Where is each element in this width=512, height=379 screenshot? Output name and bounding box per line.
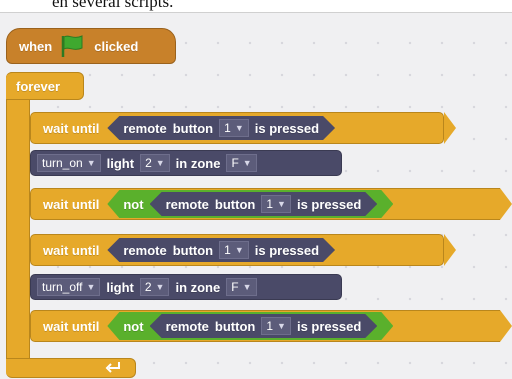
when-flag-clicked-block[interactable]: when clicked	[6, 28, 176, 64]
button-label: button	[214, 318, 256, 334]
caption-text: en several scripts.	[52, 0, 174, 11]
wait-until-block[interactable]: wait until remote button 1 ▼ is pressed	[30, 112, 444, 144]
action-value: turn_on	[42, 156, 83, 170]
button-label: button	[214, 196, 256, 212]
light-control-block[interactable]: turn_on ▼ light 2 ▼ in zone F ▼	[30, 150, 342, 176]
remote-button-pressed-reporter[interactable]: remote button 1 ▼ is pressed	[107, 116, 335, 140]
button-number-dropdown[interactable]: 1 ▼	[219, 241, 249, 259]
light-number-dropdown[interactable]: 2 ▼	[140, 154, 170, 172]
action-value: turn_off	[42, 280, 83, 294]
zone-value: F	[231, 280, 239, 294]
button-number-dropdown[interactable]: 1 ▼	[219, 119, 249, 137]
in-zone-label: in zone	[175, 155, 221, 171]
zone-value: F	[231, 156, 239, 170]
not-label: not	[123, 196, 144, 212]
dropdown-arrow-icon: ▼	[155, 158, 165, 168]
light-number-dropdown[interactable]: 2 ▼	[139, 278, 170, 296]
light-control-block[interactable]: turn_off ▼ light 2 ▼ in zone F ▼	[30, 274, 342, 300]
action-dropdown[interactable]: turn_on ▼	[37, 154, 101, 172]
light-label: light	[106, 155, 135, 171]
zone-dropdown[interactable]: F ▼	[226, 278, 257, 296]
not-operator[interactable]: not remote button 1 ▼ is pressed	[107, 312, 393, 340]
light-label: light	[106, 279, 134, 295]
action-dropdown[interactable]: turn_off ▼	[37, 278, 101, 296]
light-number-value: 2	[144, 280, 152, 294]
button-label: button	[172, 120, 214, 136]
dropdown-arrow-icon: ▼	[242, 158, 252, 168]
when-label: when	[19, 38, 53, 54]
dropdown-arrow-icon: ▼	[86, 158, 96, 168]
remote-button-pressed-reporter[interactable]: remote button 1 ▼ is pressed	[107, 238, 335, 262]
wait-until-block[interactable]: wait until not remote button 1 ▼ is pres…	[30, 188, 500, 220]
loop-arrow-icon	[105, 360, 121, 376]
in-zone-label: in zone	[175, 279, 221, 295]
not-label: not	[123, 318, 144, 334]
forever-block-footer[interactable]	[6, 358, 136, 378]
dropdown-arrow-icon: ▼	[155, 282, 165, 292]
wait-until-label: wait until	[43, 120, 100, 136]
dropdown-arrow-icon: ▼	[277, 321, 286, 331]
button-number-value: 1	[266, 319, 274, 333]
remote-label: remote	[123, 120, 167, 136]
dropdown-arrow-icon: ▼	[277, 199, 286, 209]
button-number-dropdown[interactable]: 1 ▼	[261, 317, 291, 335]
not-operator[interactable]: not remote button 1 ▼ is pressed	[107, 190, 393, 218]
remote-button-pressed-reporter[interactable]: remote button 1 ▼ is pressed	[150, 314, 378, 338]
forever-block-arm[interactable]	[6, 72, 30, 372]
remote-label: remote	[165, 196, 209, 212]
light-number-value: 2	[145, 156, 152, 170]
button-number-value: 1	[266, 197, 274, 211]
remote-label: remote	[123, 242, 167, 258]
zone-dropdown[interactable]: F ▼	[226, 154, 257, 172]
wait-until-block[interactable]: wait until remote button 1 ▼ is pressed	[30, 234, 444, 266]
clicked-label: clicked	[94, 38, 139, 54]
dropdown-arrow-icon: ▼	[234, 123, 244, 133]
dropdown-arrow-icon: ▼	[234, 245, 244, 255]
dropdown-arrow-icon: ▼	[242, 282, 252, 292]
is-pressed-label: is pressed	[296, 196, 362, 212]
button-number-dropdown[interactable]: 1 ▼	[261, 195, 291, 213]
button-number-value: 1	[224, 243, 231, 257]
wait-until-block[interactable]: wait until not remote button 1 ▼ is pres…	[30, 310, 500, 342]
remote-label: remote	[165, 318, 209, 334]
forever-block[interactable]: forever	[6, 72, 84, 100]
is-pressed-label: is pressed	[296, 318, 362, 334]
button-number-value: 1	[224, 121, 231, 135]
wait-until-label: wait until	[43, 196, 100, 212]
button-label: button	[172, 242, 214, 258]
is-pressed-label: is pressed	[254, 120, 320, 136]
is-pressed-label: is pressed	[254, 242, 320, 258]
wait-until-label: wait until	[43, 318, 100, 334]
forever-label: forever	[16, 78, 61, 94]
dropdown-arrow-icon: ▼	[86, 282, 96, 292]
wait-until-label: wait until	[43, 242, 100, 258]
green-flag-icon	[60, 34, 86, 58]
remote-button-pressed-reporter[interactable]: remote button 1 ▼ is pressed	[150, 192, 378, 216]
